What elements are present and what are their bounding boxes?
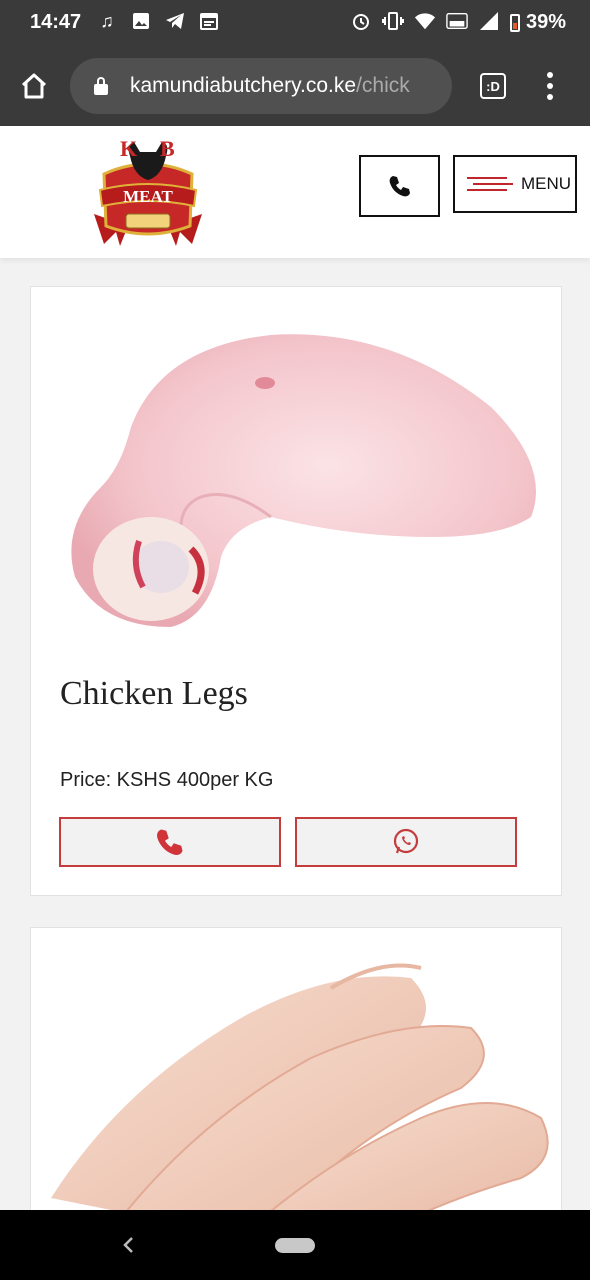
back-chevron-icon <box>123 1237 133 1253</box>
svg-text:K: K <box>120 136 137 161</box>
call-to-order-button[interactable] <box>59 817 281 867</box>
system-nav-bar <box>0 1210 590 1280</box>
product-card <box>30 927 562 1227</box>
battery-icon <box>509 13 520 32</box>
product-price: Price: KSHS 400per KG <box>60 769 274 791</box>
music-icon: ♫ <box>100 10 114 31</box>
status-bar: 14:47 ♫ 39% <box>0 0 590 46</box>
home-gesture-pill[interactable] <box>275 1238 315 1253</box>
menu-button[interactable]: MENU <box>453 155 577 213</box>
menu-label: MENU <box>521 174 572 193</box>
tab-switcher-button[interactable]: :D <box>480 73 506 99</box>
lock-icon <box>94 77 108 95</box>
browser-menu-button[interactable] <box>540 72 560 100</box>
svg-text:B: B <box>160 136 175 161</box>
home-icon <box>21 73 47 99</box>
image-icon <box>130 10 152 32</box>
back-button[interactable] <box>118 1232 138 1258</box>
chicken-leg-photo <box>71 334 537 627</box>
signal-icon <box>478 10 500 32</box>
chicken-wings-photo <box>51 963 549 1226</box>
phone-icon <box>389 176 410 197</box>
clock: 14:47 <box>30 11 82 33</box>
telegram-icon <box>164 10 186 32</box>
alarm-icon <box>350 10 372 32</box>
header-call-button[interactable] <box>359 155 440 217</box>
home-button[interactable] <box>14 66 54 106</box>
volte-icon <box>446 10 468 32</box>
kb-meat-logo[interactable]: K B MEAT <box>90 134 206 254</box>
url-text[interactable]: kamundiabutchery.co.ke/chick <box>130 74 410 98</box>
calendar-icon <box>198 10 220 32</box>
site-header: K B MEAT MENU <box>0 126 590 258</box>
address-bar[interactable]: kamundiabutchery.co.ke/chick <box>70 58 452 114</box>
product-title[interactable]: Chicken Legs <box>60 675 248 713</box>
svg-text:MEAT: MEAT <box>123 187 173 206</box>
product-image[interactable] <box>31 928 561 1226</box>
whatsapp-order-button[interactable] <box>295 817 517 867</box>
vibrate-icon <box>382 10 404 32</box>
browser-toolbar: kamundiabutchery.co.ke/chick :D <box>0 46 590 126</box>
whatsapp-icon <box>393 828 419 854</box>
phone-icon <box>157 829 183 855</box>
wifi-icon <box>414 10 436 32</box>
product-card: Chicken Legs Price: KSHS 400per KG <box>30 286 562 896</box>
battery-level: 39% <box>525 11 566 33</box>
product-image[interactable] <box>31 287 561 641</box>
hamburger-icon <box>467 177 513 191</box>
